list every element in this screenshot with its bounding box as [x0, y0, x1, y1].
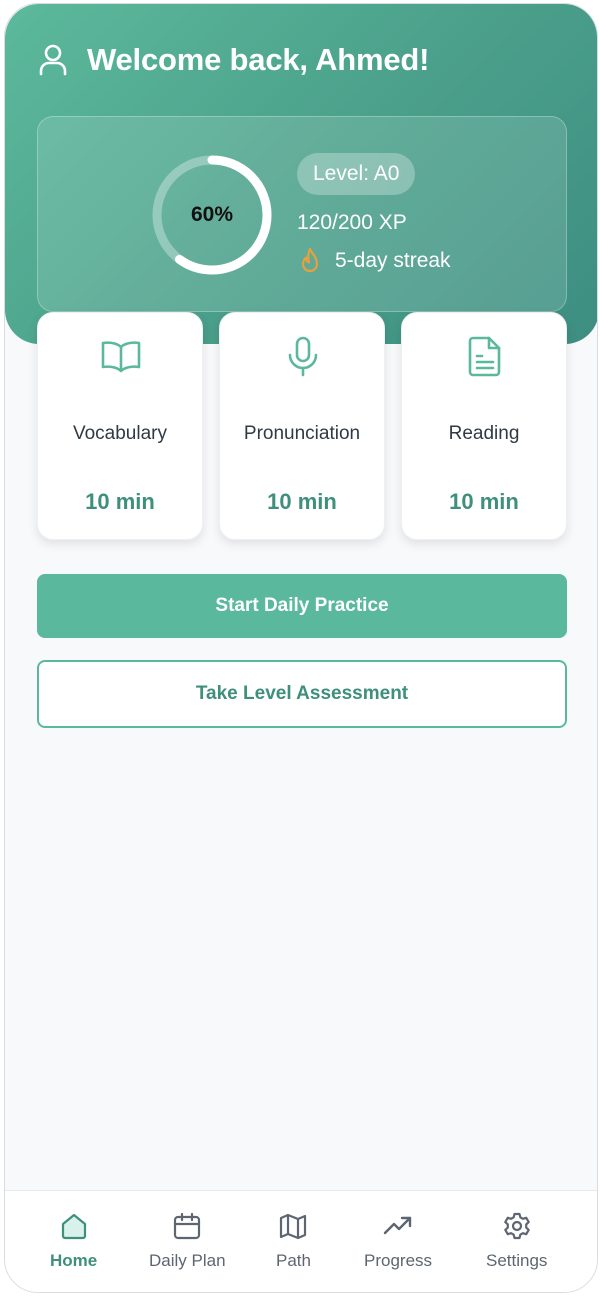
take-level-assessment-button[interactable]: Take Level Assessment [37, 660, 567, 728]
user-icon[interactable] [39, 44, 67, 76]
module-cards: Vocabulary 10 min Pronunciation 10 min R… [37, 312, 567, 540]
nav-label: Path [276, 1251, 311, 1270]
module-title: Pronunciation [243, 423, 361, 444]
trending-up-icon [383, 1216, 412, 1235]
module-duration: 10 min [449, 489, 519, 514]
flame-icon [301, 247, 319, 273]
app-screen: Welcome back, Ahmed! 60% Level: A0 120/2… [4, 3, 598, 1293]
nav-item-daily-plan[interactable]: Daily Plan [149, 1211, 226, 1271]
microphone-icon [288, 336, 318, 377]
stats-card: 60% Level: A0 120/200 XP 5-day streak [37, 116, 567, 312]
streak-text: 5-day streak [335, 249, 451, 272]
home-icon [61, 1213, 86, 1240]
module-card-reading[interactable]: Reading 10 min [401, 312, 567, 540]
level-badge: Level: A0 [297, 153, 416, 195]
book-open-icon [101, 341, 141, 373]
welcome-row: Welcome back, Ahmed! [39, 42, 429, 78]
streak-row: 5-day streak [297, 247, 451, 275]
nav-item-path[interactable]: Path [276, 1211, 311, 1271]
nav-item-progress[interactable]: Progress [364, 1211, 432, 1271]
xp-count: 120/200 XP [297, 211, 407, 234]
calendar-icon [174, 1212, 201, 1240]
nav-label: Settings [486, 1251, 548, 1270]
module-duration: 10 min [267, 489, 337, 514]
map-icon [280, 1213, 307, 1240]
start-daily-practice-button[interactable]: Start Daily Practice [37, 574, 567, 638]
module-title: Vocabulary [72, 423, 167, 444]
module-title: Reading [448, 423, 520, 444]
welcome-title: Welcome back, Ahmed! [87, 42, 430, 77]
module-duration: 10 min [85, 489, 155, 514]
nav-item-settings[interactable]: Settings [486, 1211, 547, 1271]
module-card-pronunciation[interactable]: Pronunciation 10 min [219, 312, 385, 540]
document-icon [468, 336, 501, 377]
nav-label: Daily Plan [149, 1251, 226, 1270]
header-panel: Welcome back, Ahmed! 60% Level: A0 120/2… [5, 4, 597, 344]
progress-percent: 60% [190, 203, 234, 226]
nav-label: Home [50, 1251, 98, 1270]
gear-icon [503, 1212, 530, 1240]
nav-item-home[interactable]: Home [50, 1211, 97, 1271]
bottom-navigation: Home Daily Plan Path Progress Settings [5, 1190, 597, 1292]
module-card-vocabulary[interactable]: Vocabulary 10 min [37, 312, 203, 540]
nav-label: Progress [364, 1251, 433, 1270]
